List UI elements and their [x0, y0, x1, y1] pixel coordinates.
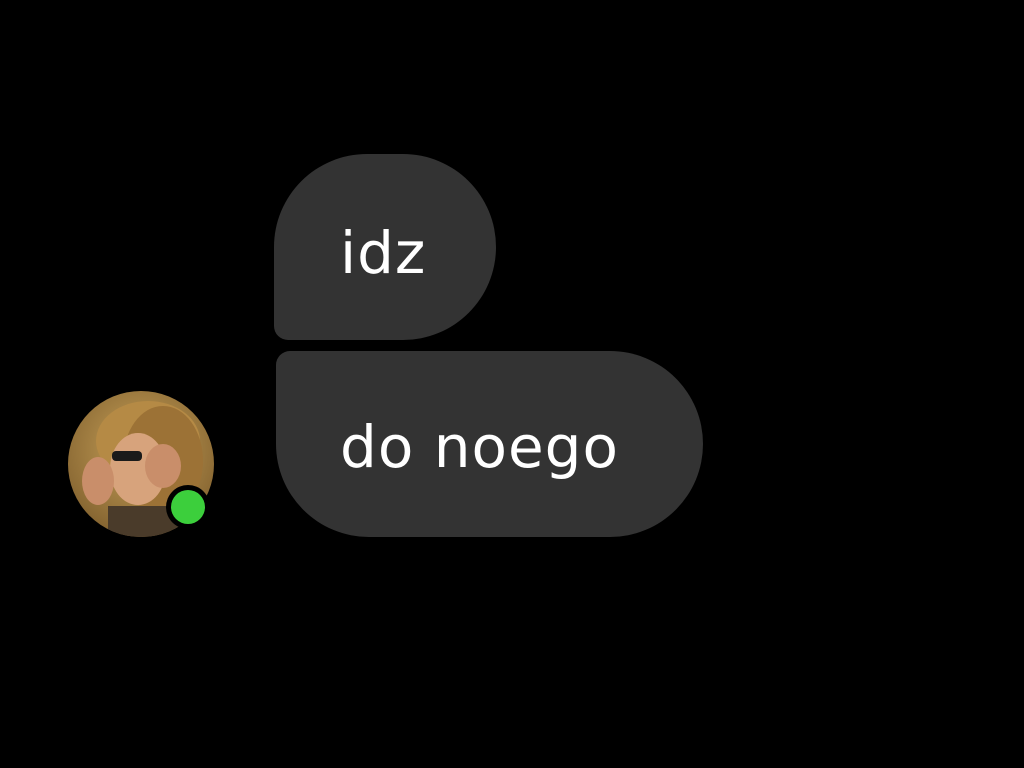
- sender-avatar-wrapper[interactable]: [68, 391, 214, 537]
- chat-screen: idz do noego: [0, 0, 1024, 768]
- online-dot-icon: [171, 490, 205, 524]
- message-text: idz: [340, 219, 427, 287]
- message-bubble[interactable]: idz: [274, 154, 496, 340]
- message-text: do noego: [340, 413, 619, 481]
- online-status-indicator: [166, 485, 210, 529]
- message-bubble[interactable]: do noego: [276, 351, 703, 537]
- message-group: idz do noego: [0, 0, 1024, 768]
